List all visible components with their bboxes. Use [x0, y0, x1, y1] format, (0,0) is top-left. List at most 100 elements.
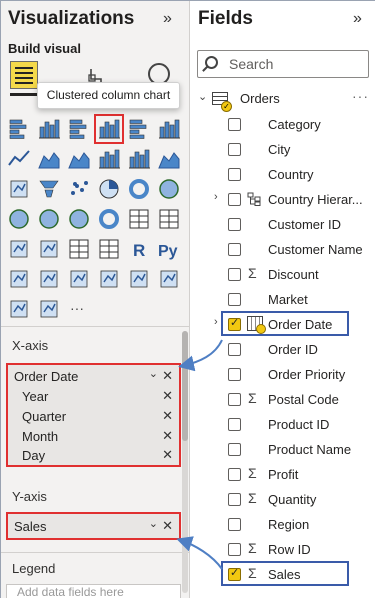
chevron-down-icon[interactable]: ⌄ — [198, 90, 207, 103]
collapse-visualizations-icon[interactable]: » — [163, 10, 172, 28]
decomposition-tree-icon[interactable] — [37, 267, 61, 291]
remove-field-icon[interactable]: ✕ — [162, 518, 173, 534]
treemap-icon[interactable] — [157, 177, 181, 201]
field-checkbox[interactable] — [228, 393, 241, 406]
table-icon[interactable] — [67, 237, 91, 261]
field-market[interactable]: Market — [190, 289, 375, 311]
field-product-id[interactable]: Product ID — [190, 414, 375, 436]
field-checkbox[interactable] — [228, 443, 241, 456]
hierarchy-item-quarter[interactable]: Quarter ✕ — [8, 407, 179, 427]
get-more-visuals-icon[interactable] — [37, 297, 61, 321]
100-stacked-bar-chart-icon[interactable] — [127, 117, 151, 141]
power-apps-icon[interactable] — [157, 267, 181, 291]
field-product-name[interactable]: Product Name — [190, 439, 375, 461]
field-region[interactable]: Region — [190, 514, 375, 536]
field-customer-id[interactable]: Customer ID — [190, 214, 375, 236]
more-options-icon[interactable]: ··· — [352, 88, 369, 104]
funnel-chart-icon[interactable] — [37, 177, 61, 201]
field-checkbox[interactable] — [228, 493, 241, 506]
field-checkbox[interactable] — [228, 268, 241, 281]
map-icon[interactable] — [7, 207, 31, 231]
collapse-fields-icon[interactable]: » — [353, 10, 362, 28]
field-checkbox[interactable] — [228, 418, 241, 431]
key-influencers-icon[interactable] — [7, 267, 31, 291]
y-axis-well[interactable]: Sales ⌄ ✕ — [6, 512, 181, 540]
stacked-area-chart-icon[interactable] — [67, 147, 91, 171]
100-stacked-column-chart-icon[interactable] — [157, 117, 181, 141]
field-checkbox[interactable] — [228, 468, 241, 481]
filled-map-icon[interactable] — [37, 207, 61, 231]
field-discount[interactable]: Σ Discount — [190, 264, 375, 286]
power-automate-icon[interactable] — [7, 297, 31, 321]
paginated-report-icon[interactable] — [127, 267, 151, 291]
field-order-id[interactable]: Order ID — [190, 339, 375, 361]
stacked-bar-chart-icon[interactable] — [7, 117, 31, 141]
field-checkbox[interactable] — [228, 143, 241, 156]
field-checkbox[interactable] — [228, 218, 241, 231]
table-orders[interactable]: ⌄ ✓ Orders ··· — [198, 88, 373, 112]
hierarchy-item-year[interactable]: Year ✕ — [8, 387, 179, 407]
field-checkbox[interactable] — [228, 193, 241, 206]
ribbon-chart-icon[interactable] — [157, 147, 181, 171]
chevron-down-icon[interactable]: ⌄ — [149, 367, 158, 380]
pie-chart-icon[interactable] — [97, 177, 121, 201]
field-checkbox[interactable] — [228, 168, 241, 181]
remove-field-icon[interactable]: ✕ — [162, 428, 173, 444]
field-checkbox[interactable] — [228, 543, 241, 556]
y-axis-field-pill[interactable]: Sales ⌄ ✕ — [8, 517, 179, 537]
remove-field-icon[interactable]: ✕ — [162, 447, 173, 463]
matrix-icon[interactable] — [97, 237, 121, 261]
field-checkbox[interactable] — [228, 518, 241, 531]
field-checkbox[interactable] — [228, 368, 241, 381]
smart-narrative-icon[interactable] — [97, 267, 121, 291]
field-country-hierar[interactable]: › Country Hierar... — [190, 189, 375, 211]
line-and-stacked-column-icon[interactable] — [97, 147, 121, 171]
card-icon[interactable] — [127, 207, 151, 231]
field-city[interactable]: City — [190, 139, 375, 161]
remove-field-icon[interactable]: ✕ — [162, 368, 173, 384]
legend-add-data-field[interactable]: Add data fields here — [6, 584, 181, 598]
qa-icon[interactable] — [67, 267, 91, 291]
kpi-icon[interactable] — [7, 237, 31, 261]
line-chart-icon[interactable] — [7, 147, 31, 171]
field-checkbox[interactable] — [228, 243, 241, 256]
multi-row-card-icon[interactable] — [157, 207, 181, 231]
waterfall-chart-icon[interactable] — [7, 177, 31, 201]
field-order-priority[interactable]: Order Priority — [190, 364, 375, 386]
python-visual-icon[interactable]: Py — [157, 237, 181, 261]
field-quantity[interactable]: Σ Quantity — [190, 489, 375, 511]
slicer-icon[interactable] — [37, 237, 61, 261]
expand-chevron-icon[interactable]: › — [214, 191, 218, 203]
gauge-icon[interactable] — [97, 207, 121, 231]
field-checkbox[interactable] — [228, 118, 241, 131]
shape-map-icon[interactable] — [67, 207, 91, 231]
field-country[interactable]: Country — [190, 164, 375, 186]
field-checkbox[interactable] — [228, 343, 241, 356]
hierarchy-item-day[interactable]: Day ✕ — [8, 446, 179, 466]
remove-field-icon[interactable]: ✕ — [162, 408, 173, 424]
x-axis-well[interactable]: Order Date ⌄ ✕ Year ✕ Quarter ✕ Month ✕ … — [6, 363, 181, 467]
field-postal-code[interactable]: Σ Postal Code — [190, 389, 375, 411]
fields-search-input[interactable]: Search — [197, 50, 369, 78]
area-chart-icon[interactable] — [37, 147, 61, 171]
line-and-clustered-column-icon[interactable] — [127, 147, 151, 171]
field-profit[interactable]: Σ Profit — [190, 464, 375, 486]
r-script-visual-icon[interactable]: R — [127, 237, 151, 261]
donut-chart-icon[interactable] — [127, 177, 151, 201]
more-visuals-icon[interactable]: ··· — [67, 297, 91, 321]
remove-field-icon[interactable]: ✕ — [162, 388, 173, 404]
clustered-column-chart-icon[interactable] — [94, 114, 124, 144]
scrollbar-thumb[interactable] — [182, 331, 188, 441]
x-axis-field-pill[interactable]: Order Date ⌄ ✕ — [8, 367, 179, 387]
chevron-down-icon[interactable]: ⌄ — [149, 517, 158, 530]
field-category[interactable]: Category — [190, 114, 375, 136]
field-customer-name[interactable]: Customer Name — [190, 239, 375, 261]
scatter-chart-icon[interactable] — [67, 177, 91, 201]
hierarchy-item-month[interactable]: Month ✕ — [8, 427, 179, 447]
field-row-id[interactable]: Σ Row ID — [190, 539, 375, 561]
field-checkbox[interactable] — [228, 293, 241, 306]
expand-chevron-icon[interactable]: › — [214, 316, 218, 328]
clustered-bar-chart-icon[interactable] — [67, 117, 91, 141]
build-visual-icon[interactable] — [10, 61, 38, 89]
stacked-column-chart-icon[interactable] — [37, 117, 61, 141]
